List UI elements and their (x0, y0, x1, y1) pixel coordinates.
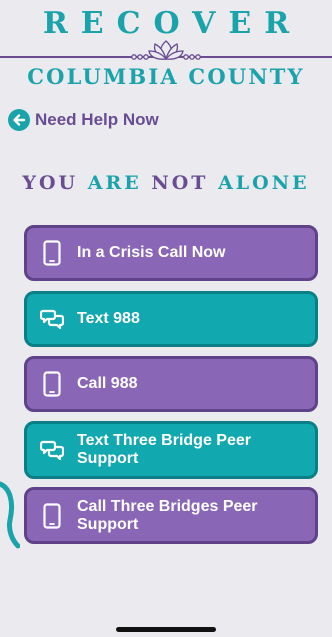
tagline-word: YOU (22, 172, 79, 194)
arrow-left-circle-icon (8, 109, 30, 131)
crisis-call-now-button[interactable]: In a Crisis Call Now (24, 225, 318, 281)
home-indicator[interactable] (116, 627, 216, 632)
text-988-button[interactable]: Text 988 (24, 291, 318, 347)
call-988-button[interactable]: Call 988 (24, 356, 318, 412)
phone-icon (27, 240, 77, 266)
text-three-bridge-peer-support-button[interactable]: Text Three Bridge Peer Support (24, 421, 318, 479)
tagline-word: ARE (87, 172, 142, 194)
call-three-bridges-peer-support-button[interactable]: Call Three Bridges Peer Support (24, 487, 318, 544)
back-link-label: Need Help Now (35, 110, 159, 129)
phone-icon (27, 502, 77, 529)
button-label: In a Crisis Call Now (77, 244, 226, 261)
button-label: Text Three Bridge Peer Support (77, 432, 251, 467)
logo-title-columbia-county: COLUMBIA COUNTY (27, 64, 305, 89)
phone-icon (27, 371, 77, 397)
need-help-now-back-link[interactable]: Need Help Now (8, 108, 159, 132)
chat-bubbles-icon (27, 438, 77, 462)
tagline-word: NOT (151, 172, 209, 194)
decorative-arc-graphic (0, 481, 20, 549)
button-label: Call Three Bridges Peer Support (77, 497, 258, 533)
lotus-flourish-icon (0, 40, 332, 60)
tagline: YOU ARE NOT ALONE (0, 172, 332, 194)
tagline-word: ALONE (218, 172, 310, 194)
chat-bubbles-icon (27, 307, 77, 331)
logo-title-recover: RECOVER (42, 6, 303, 41)
app-logo: RECOVER COLUMBIA COUNTY (0, 0, 332, 100)
button-label: Text 988 (77, 310, 140, 327)
button-label: Call 988 (77, 375, 138, 392)
